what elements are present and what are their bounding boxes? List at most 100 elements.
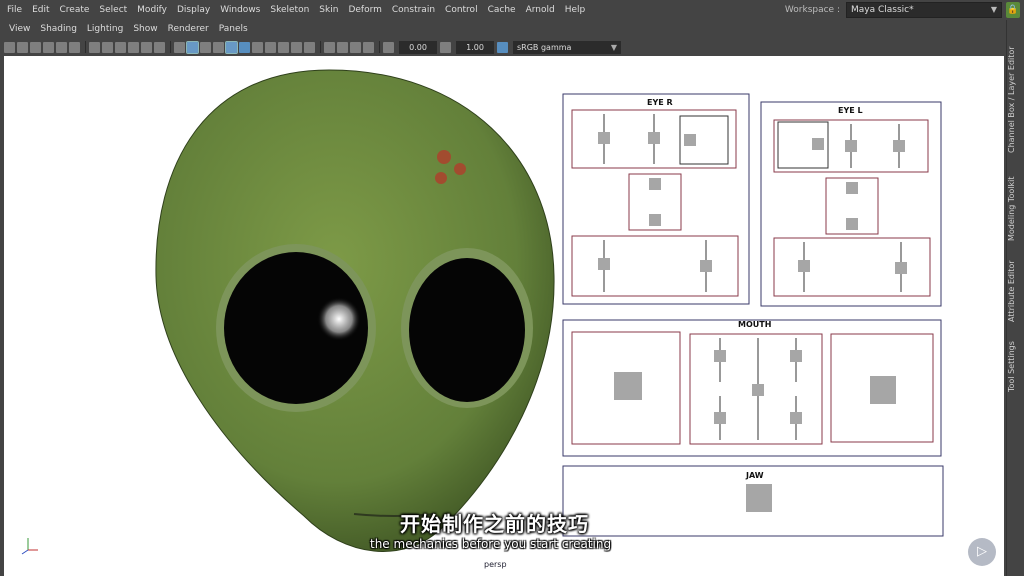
tab-modeling-toolkit[interactable]: Modeling Toolkit xyxy=(1007,164,1024,254)
default-material-icon[interactable] xyxy=(200,41,211,53)
menu-control[interactable]: Control xyxy=(440,0,483,20)
subtitle-chinese: 开始制作之前的技巧 xyxy=(400,512,589,536)
menu-constrain[interactable]: Constrain xyxy=(387,0,440,20)
film-gate-icon[interactable] xyxy=(102,41,113,53)
eye-r-slider-handle xyxy=(700,260,712,272)
2d-pan-zoom-icon[interactable] xyxy=(56,41,67,53)
bookmark-icon[interactable] xyxy=(30,41,41,53)
eye-l-slider-handle xyxy=(893,140,905,152)
mouth-control-panel[interactable] xyxy=(562,319,942,457)
panel-menu-bar: View Shading Lighting Show Renderer Pane… xyxy=(0,22,1006,36)
color-management-icon[interactable] xyxy=(497,41,508,53)
exposure-icon[interactable] xyxy=(383,41,394,53)
menu-deform[interactable]: Deform xyxy=(343,0,386,20)
image-plane-icon[interactable] xyxy=(43,41,54,53)
eye-l-slider-handle xyxy=(845,140,857,152)
eye-r-slider-handle xyxy=(648,132,660,144)
workspace-value: Maya Classic* xyxy=(851,5,914,15)
eye-l-handle xyxy=(846,182,858,194)
workspace-dropdown[interactable]: Maya Classic* ▼ xyxy=(846,2,1002,18)
menu-create[interactable]: Create xyxy=(55,0,95,20)
menu-edit[interactable]: Edit xyxy=(27,0,54,20)
facial-control-board xyxy=(562,93,944,537)
grid-icon[interactable] xyxy=(89,41,100,53)
xray-icon[interactable] xyxy=(337,41,348,53)
jaw-handle xyxy=(746,484,772,512)
mouth-slider-handle xyxy=(790,350,802,362)
menu-file[interactable]: File xyxy=(2,0,27,20)
eye-l-control-panel[interactable] xyxy=(760,101,942,307)
menu-cache[interactable]: Cache xyxy=(483,0,521,20)
smooth-shade-icon[interactable] xyxy=(186,40,199,54)
panel-menu-lighting[interactable]: Lighting xyxy=(82,24,128,34)
select-camera-icon[interactable] xyxy=(4,41,15,53)
panel-menu-shading[interactable]: Shading xyxy=(35,24,82,34)
view-transform-dropdown[interactable]: sRGB gamma ▼ xyxy=(513,40,621,54)
eye-r-handle xyxy=(649,178,661,190)
motion-blur-icon[interactable] xyxy=(278,41,289,53)
depth-of-field-icon[interactable] xyxy=(304,41,315,53)
viewport-scene xyxy=(21,69,944,555)
workspace-selector: Workspace : Maya Classic* ▼ xyxy=(785,2,1002,18)
menu-help[interactable]: Help xyxy=(560,0,591,20)
eye-l-2d-handle xyxy=(812,138,824,150)
tab-attribute-editor[interactable]: Attribute Editor xyxy=(1007,246,1024,336)
panel-menu-view[interactable]: View xyxy=(4,24,35,34)
camera-attributes-icon[interactable] xyxy=(17,41,28,53)
anti-aliasing-icon[interactable] xyxy=(291,41,302,53)
eye-specular-highlight xyxy=(317,297,361,341)
toolbar-divider xyxy=(320,41,321,53)
menu-skeleton[interactable]: Skeleton xyxy=(265,0,314,20)
isolate-select-icon[interactable] xyxy=(324,41,335,53)
lock-icon[interactable]: 🔒 xyxy=(1006,2,1020,18)
eye-l-slider-handle xyxy=(798,260,810,272)
panel-menu-panels[interactable]: Panels xyxy=(214,24,253,34)
alien-head-model[interactable] xyxy=(155,69,555,552)
mouth-slider-handle xyxy=(752,384,764,396)
wireframe-icon[interactable] xyxy=(174,41,185,53)
resolution-gate-icon[interactable] xyxy=(115,41,126,53)
gamma-field[interactable]: 1.00 xyxy=(456,40,494,54)
wireframe-on-shaded-icon[interactable] xyxy=(213,41,224,53)
panel-menu-renderer[interactable]: Renderer xyxy=(163,24,214,34)
eye-r-slider-handle xyxy=(598,132,610,144)
eye-r-label: EYE R xyxy=(647,98,673,107)
exposure-field[interactable]: 0.00 xyxy=(399,40,437,54)
menu-windows[interactable]: Windows xyxy=(215,0,265,20)
eye-r-slider-handle xyxy=(598,258,610,270)
panel-menu-show[interactable]: Show xyxy=(128,24,162,34)
viewport-toolbar: 0.00 1.00 sRGB gamma ▼ xyxy=(4,39,621,55)
mouth-slider-handle xyxy=(714,412,726,424)
gamma-icon[interactable] xyxy=(440,41,451,53)
menu-display[interactable]: Display xyxy=(172,0,215,20)
menu-arnold[interactable]: Arnold xyxy=(521,0,560,20)
xray-joints-icon[interactable] xyxy=(363,41,374,53)
persp-viewport[interactable]: EYE R EYE L MOUTH JAW persp 开始制作之前的技巧 th… xyxy=(4,56,1004,576)
tab-tool-settings[interactable]: Tool Settings xyxy=(1007,332,1024,402)
axis-gizmo xyxy=(21,538,38,555)
jaw-label: JAW xyxy=(746,471,764,480)
use-all-lights-icon[interactable] xyxy=(239,41,250,53)
chevron-down-icon: ▼ xyxy=(990,5,997,14)
eye-r-control-panel[interactable] xyxy=(562,93,750,305)
menu-skin[interactable]: Skin xyxy=(314,0,343,20)
textured-icon[interactable] xyxy=(225,40,238,54)
gate-mask-icon[interactable] xyxy=(128,41,139,53)
tab-channel-box-layer-editor[interactable]: Channel Box / Layer Editor xyxy=(1007,40,1024,160)
shadows-icon[interactable] xyxy=(252,41,263,53)
xray-active-components-icon[interactable] xyxy=(350,41,361,53)
eye-l-slider-handle xyxy=(895,262,907,274)
eye-r-handle xyxy=(649,214,661,226)
screen-space-ao-icon[interactable] xyxy=(265,41,276,53)
maya-window: File Edit Create Select Modify Display W… xyxy=(0,0,1024,576)
safe-action-icon[interactable] xyxy=(154,41,165,53)
right-side-tab-bar: Channel Box / Layer Editor Modeling Tool… xyxy=(1006,20,1024,576)
field-chart-icon[interactable] xyxy=(141,41,152,53)
toolbar-divider xyxy=(379,41,380,53)
grease-pencil-icon[interactable] xyxy=(69,41,80,53)
menu-modify[interactable]: Modify xyxy=(132,0,172,20)
toolbar-divider xyxy=(170,41,171,53)
camera-name-label: persp xyxy=(484,560,507,569)
menu-select[interactable]: Select xyxy=(94,0,132,20)
play-icon[interactable]: ▷ xyxy=(968,538,996,566)
